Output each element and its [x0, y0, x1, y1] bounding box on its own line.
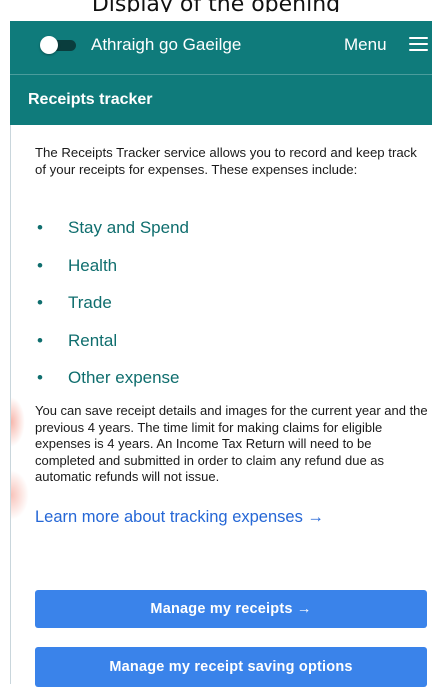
decorative-accent [11, 470, 29, 520]
top-caption: Display of the opening [0, 0, 432, 12]
saving-options-button[interactable]: Manage my receipt saving options [35, 647, 427, 687]
list-item: • Stay and Spend [35, 213, 415, 251]
bullet-icon: • [37, 293, 43, 312]
intro-text: The Receipts Tracker service allows you … [35, 145, 417, 177]
bullet-icon: • [37, 255, 43, 275]
expense-label: Stay and Spend [68, 218, 189, 237]
hamburger-menu-icon[interactable] [409, 37, 428, 52]
details-text: You can save receipt details and images … [35, 403, 428, 484]
main-content: The Receipts Tracker service allows you … [10, 125, 432, 687]
bullet-icon: • [37, 218, 43, 237]
expense-label: Rental [68, 330, 118, 350]
expense-label: Other expense [68, 368, 180, 387]
expense-label: Health [68, 255, 118, 275]
bullet-icon: • [37, 330, 43, 350]
list-item: • Other expense [35, 363, 415, 401]
language-toggle-label[interactable]: Athraigh go Gaeilge [91, 35, 241, 55]
bullet-icon: • [37, 368, 43, 387]
header-divider [10, 74, 432, 75]
menu-button-label[interactable]: Menu [344, 35, 387, 55]
decorative-accent [11, 397, 25, 447]
expense-list: • Stay and Spend • Health • Trade • Rent… [35, 213, 415, 401]
language-toggle[interactable] [40, 36, 76, 54]
manage-receipts-button[interactable]: Manage my receipts → [35, 590, 427, 628]
page-title: Receipts tracker [28, 91, 153, 108]
list-item: • Health [35, 251, 415, 289]
toggle-switch-icon [40, 36, 58, 54]
learn-more-link[interactable]: Learn more about tracking expenses → [35, 508, 324, 527]
expense-label: Trade [68, 293, 112, 312]
list-item: • Rental [35, 326, 415, 364]
app-header: Athraigh go Gaeilge Menu Receipts tracke… [10, 21, 432, 125]
list-item: • Trade [35, 288, 415, 326]
